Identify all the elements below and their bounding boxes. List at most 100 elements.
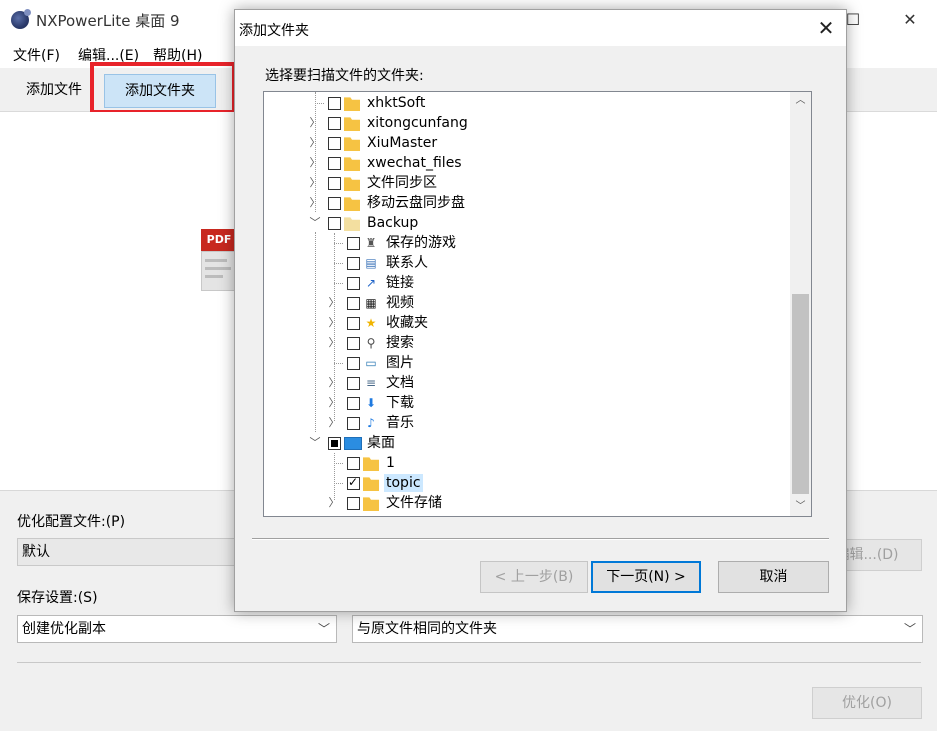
dialog-close-button[interactable]: ✕ bbox=[813, 15, 839, 41]
profile-select[interactable]: 默认 bbox=[17, 538, 247, 566]
scroll-up-icon[interactable]: ︿ bbox=[790, 92, 811, 110]
tree-row[interactable]: 〉 ⚲ 搜索 bbox=[264, 333, 790, 353]
close-button[interactable]: ✕ bbox=[895, 6, 925, 34]
tree-item-label[interactable]: xhktSoft bbox=[365, 94, 427, 112]
folder-icon bbox=[363, 497, 379, 511]
chevron-down-icon[interactable]: ﹀ bbox=[308, 214, 322, 232]
folder-icon bbox=[344, 137, 360, 151]
cancel-button[interactable]: 取消 bbox=[718, 561, 829, 593]
tree-checkbox[interactable] bbox=[328, 217, 341, 230]
tree-checkbox[interactable] bbox=[347, 277, 360, 290]
save-mode-value: 创建优化副本 bbox=[22, 621, 106, 637]
tree-item-label[interactable]: 链接 bbox=[384, 274, 416, 292]
tree-item-label[interactable]: 音乐 bbox=[384, 414, 416, 432]
next-button[interactable]: 下一页(N) > bbox=[591, 561, 701, 593]
tree-item-label[interactable]: 保存的游戏 bbox=[384, 234, 458, 252]
tree-checkbox[interactable] bbox=[347, 357, 360, 370]
tree-item-label[interactable]: xwechat_files bbox=[365, 154, 464, 172]
tree-row[interactable]: ♜ 保存的游戏 bbox=[264, 233, 790, 253]
tree-row[interactable]: ﹀ Backup bbox=[264, 213, 790, 233]
tree-row[interactable]: ↗ 链接 bbox=[264, 273, 790, 293]
tree-checkbox[interactable] bbox=[347, 497, 360, 510]
pdf-file-icon[interactable]: PDF bbox=[201, 229, 237, 291]
tree-checkbox[interactable] bbox=[347, 475, 360, 490]
tree-row[interactable]: 〉移动云盘同步盘 bbox=[264, 193, 790, 213]
tree-guide-line bbox=[334, 233, 335, 421]
folder-light-icon bbox=[344, 217, 360, 231]
tree-item-label[interactable]: 下载 bbox=[384, 394, 416, 412]
tree-item-label[interactable]: 联系人 bbox=[384, 254, 430, 272]
tree-item-label[interactable]: XiuMaster bbox=[365, 134, 439, 152]
tree-row[interactable]: topic bbox=[264, 473, 790, 493]
folder-icon bbox=[344, 197, 360, 211]
tree-checkbox[interactable] bbox=[328, 157, 341, 170]
tree-row[interactable]: 〉文件存储 bbox=[264, 493, 790, 513]
tree-checkbox[interactable] bbox=[347, 377, 360, 390]
tree-row[interactable]: 1 bbox=[264, 453, 790, 473]
tree-row[interactable]: ﹀ 桌面 bbox=[264, 433, 790, 453]
tree-item-label[interactable]: 文件存储 bbox=[384, 494, 444, 512]
tree-scrollbar[interactable]: ︿ ﹀ bbox=[790, 92, 811, 516]
tree-row[interactable]: 〉 ⬇ 下载 bbox=[264, 393, 790, 413]
back-button[interactable]: < 上一步(B) bbox=[480, 561, 588, 593]
tree-guide-line bbox=[334, 463, 343, 464]
tree-checkbox[interactable] bbox=[328, 97, 341, 110]
tree-item-label[interactable]: 收藏夹 bbox=[384, 314, 430, 332]
tree-guide-line bbox=[315, 232, 316, 432]
tree-row[interactable]: 〉 XiuMaster bbox=[264, 133, 790, 153]
scroll-thumb[interactable] bbox=[792, 294, 809, 494]
tree-row[interactable]: 〉 ♪ 音乐 bbox=[264, 413, 790, 433]
tree-item-label[interactable]: 1 bbox=[384, 454, 397, 472]
tree-item-label[interactable]: 文件同步区 bbox=[365, 174, 439, 192]
videos-icon: ▦ bbox=[365, 296, 377, 310]
tree-checkbox[interactable] bbox=[347, 237, 360, 250]
tree-checkbox[interactable] bbox=[347, 457, 360, 470]
tree-checkbox[interactable] bbox=[328, 437, 341, 450]
tree-checkbox[interactable] bbox=[328, 197, 341, 210]
tree-checkbox[interactable] bbox=[347, 337, 360, 350]
tree-item-label[interactable]: xitongcunfang bbox=[365, 114, 470, 132]
tree-item-label[interactable]: 图片 bbox=[384, 354, 416, 372]
folder-tree[interactable]: xhktSoft 〉 xitongcunfang 〉 XiuMaster 〉 xwechat… bbox=[263, 91, 812, 517]
tree-item-label[interactable]: 文档 bbox=[384, 374, 416, 392]
tree-item-label[interactable]: topic bbox=[384, 474, 423, 492]
tree-row[interactable]: xhktSoft bbox=[264, 93, 790, 113]
pictures-icon: ▭ bbox=[365, 356, 377, 370]
tree-row[interactable]: 〉 ≡ 文档 bbox=[264, 373, 790, 393]
save-location-select[interactable]: 与原文件相同的文件夹 ﹀ bbox=[352, 615, 923, 643]
tree-item-label[interactable]: 移动云盘同步盘 bbox=[365, 194, 467, 212]
tree-checkbox[interactable] bbox=[347, 257, 360, 270]
folder-icon bbox=[363, 457, 379, 471]
tree-guide-line bbox=[334, 263, 343, 264]
tree-item-label[interactable]: 桌面 bbox=[365, 434, 397, 452]
tree-row[interactable]: 〉文件同步区 bbox=[264, 173, 790, 193]
tree-guide-line bbox=[334, 483, 343, 484]
tree-checkbox[interactable] bbox=[328, 117, 341, 130]
tab-add-file[interactable]: 添加文件 bbox=[14, 76, 94, 106]
tree-row[interactable]: 〉 xitongcunfang bbox=[264, 113, 790, 133]
tree-row[interactable]: ▤ 联系人 bbox=[264, 253, 790, 273]
save-mode-select[interactable]: 创建优化副本 ﹀ bbox=[17, 615, 337, 643]
chevron-down-icon[interactable]: ﹀ bbox=[308, 434, 322, 452]
tree-checkbox[interactable] bbox=[328, 177, 341, 190]
tree-item-label[interactable]: Backup bbox=[365, 214, 420, 232]
app-logo-icon bbox=[11, 9, 31, 29]
tree-row[interactable]: 〉 xwechat_files bbox=[264, 153, 790, 173]
scroll-down-icon[interactable]: ﹀ bbox=[790, 498, 811, 516]
folder-icon bbox=[344, 157, 360, 171]
optimize-button[interactable]: 优化(O) bbox=[812, 687, 922, 719]
menu-file[interactable]: 文件(F) bbox=[13, 45, 60, 65]
tree-item-label[interactable]: 搜索 bbox=[384, 334, 416, 352]
tree-checkbox[interactable] bbox=[347, 297, 360, 310]
tree-checkbox[interactable] bbox=[347, 317, 360, 330]
tree-checkbox[interactable] bbox=[347, 397, 360, 410]
tree-row[interactable]: 〉 ★ 收藏夹 bbox=[264, 313, 790, 333]
tree-guide-line bbox=[334, 243, 343, 244]
tree-row[interactable]: 〉 ▦ 视频 bbox=[264, 293, 790, 313]
tree-checkbox[interactable] bbox=[347, 417, 360, 430]
tree-checkbox[interactable] bbox=[328, 137, 341, 150]
tree-item-label[interactable]: 视频 bbox=[384, 294, 416, 312]
save-location-value: 与原文件相同的文件夹 bbox=[357, 621, 497, 637]
tree-guide-line bbox=[334, 363, 343, 364]
tree-row[interactable]: ▭ 图片 bbox=[264, 353, 790, 373]
